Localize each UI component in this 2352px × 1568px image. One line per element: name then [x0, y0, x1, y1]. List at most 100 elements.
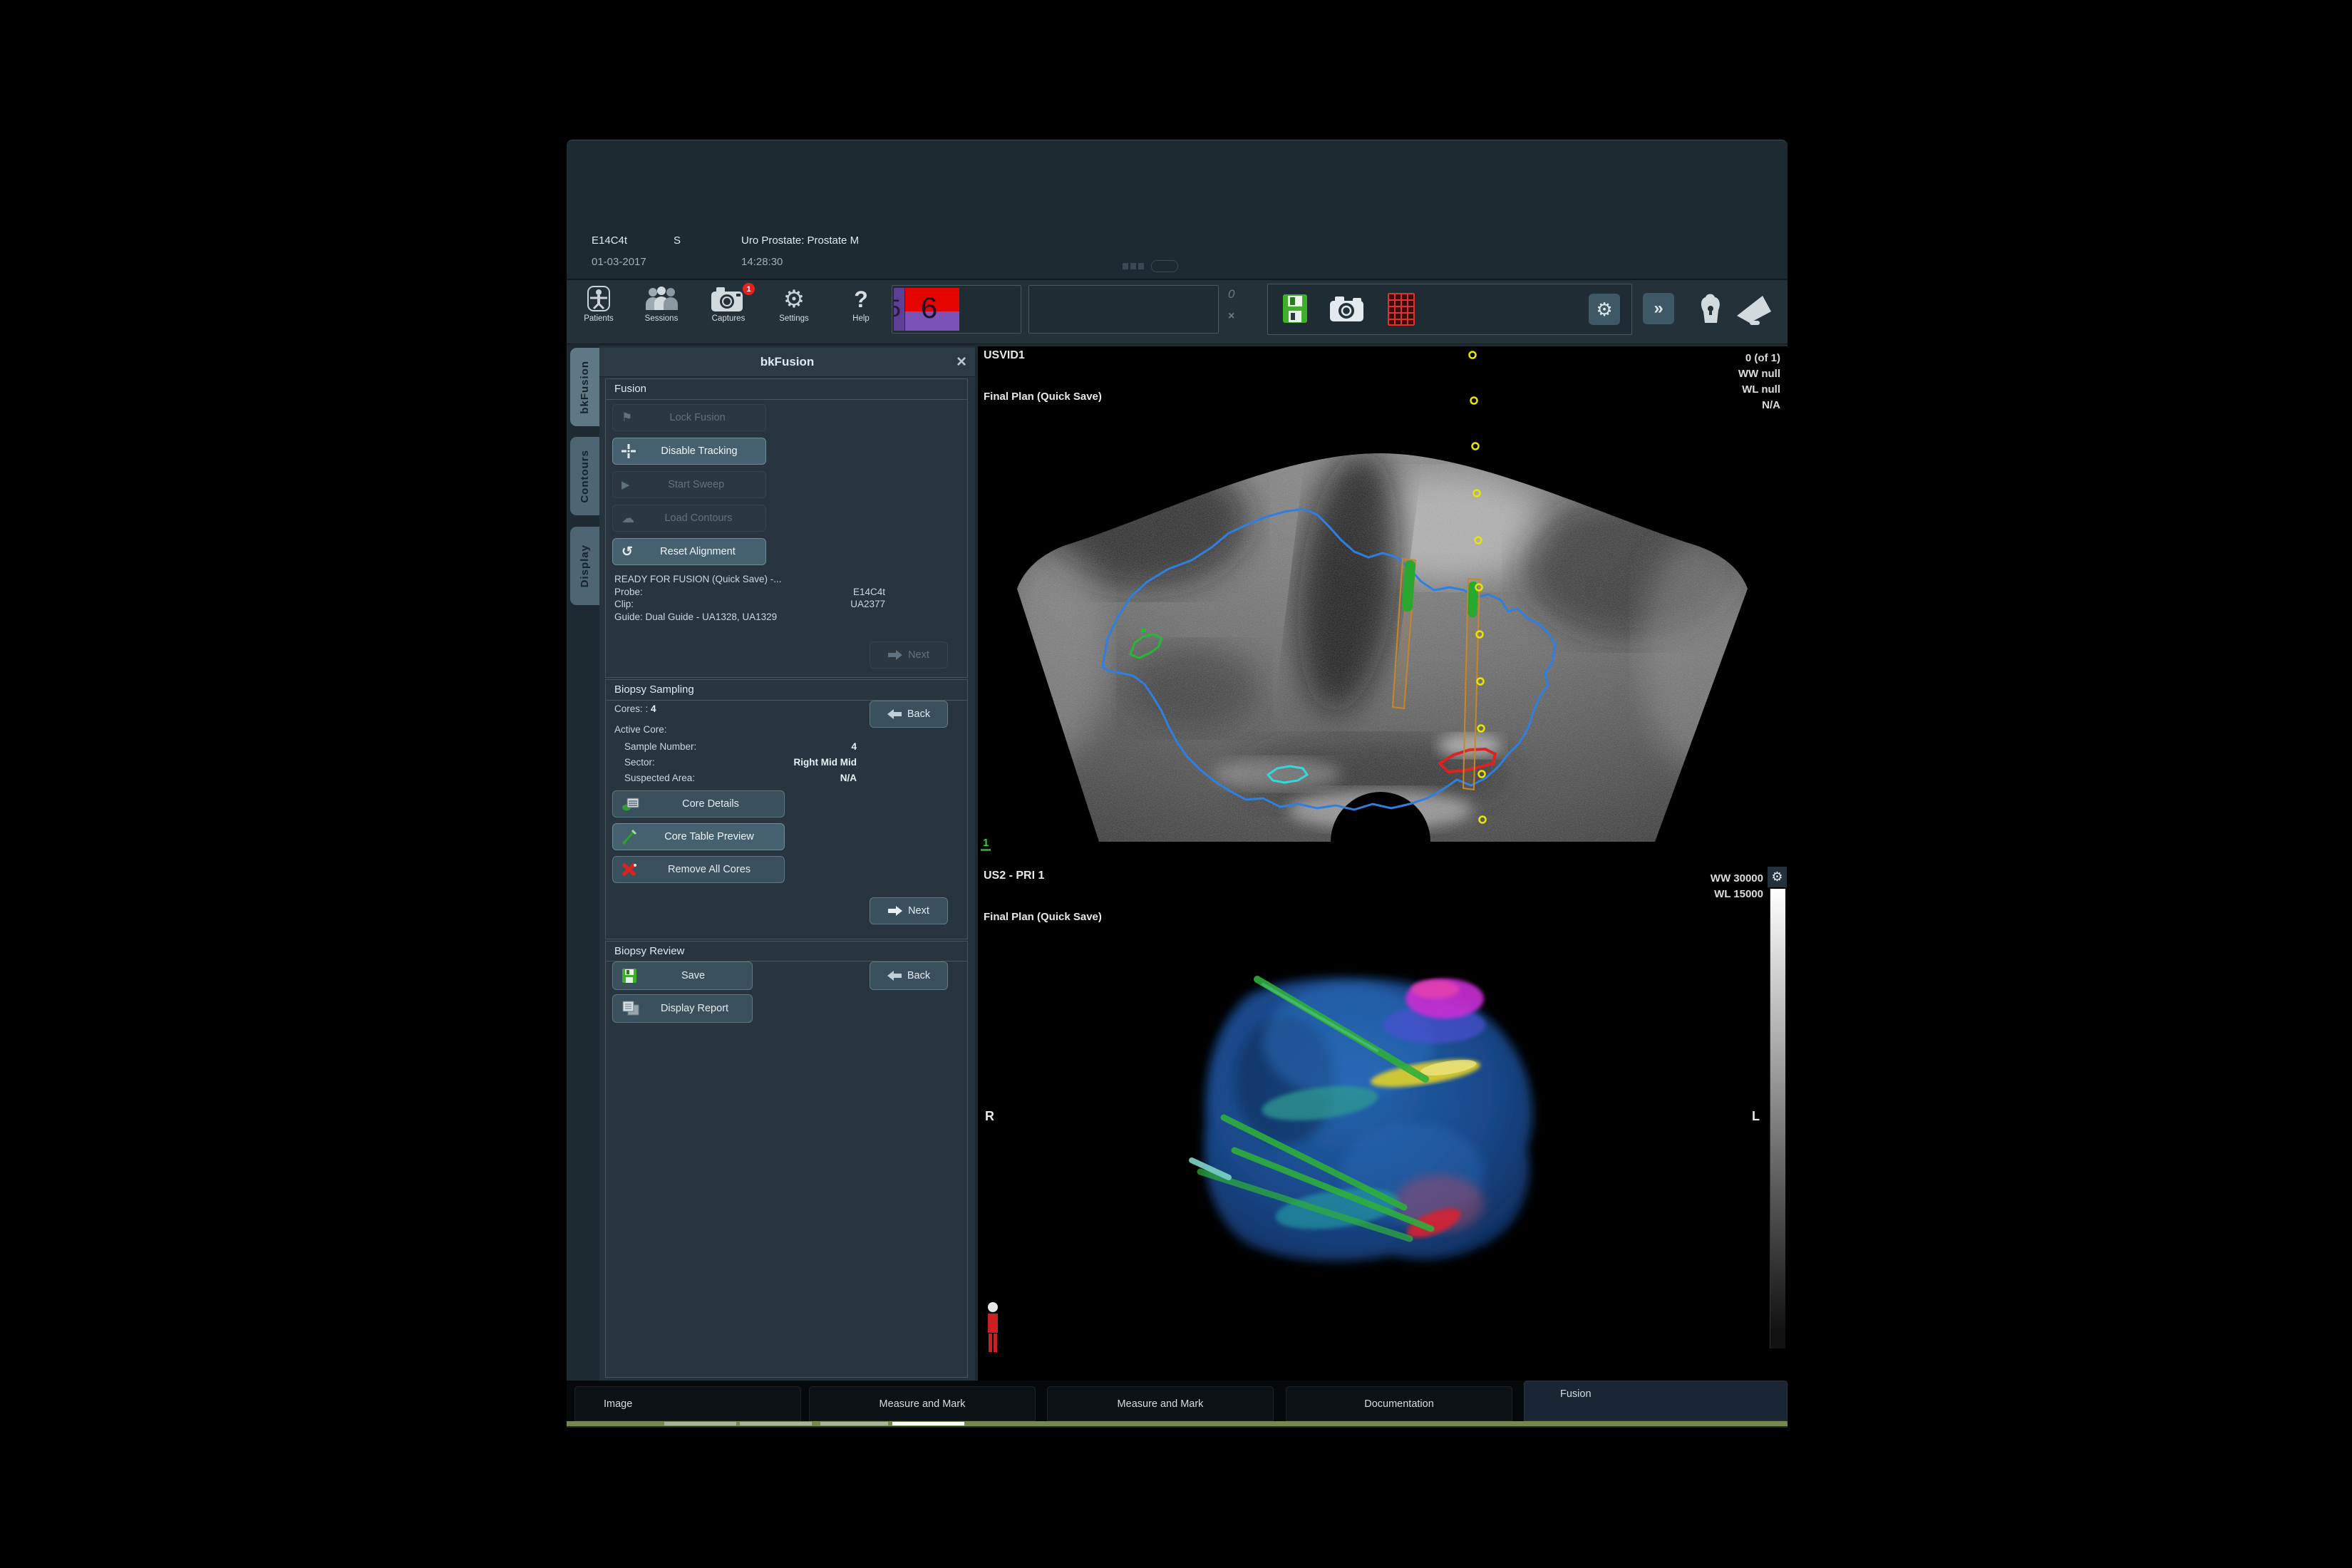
load-contours-button[interactable]: ☁ Load Contours [612, 505, 766, 532]
start-sweep-button[interactable]: ▶ Start Sweep [612, 471, 766, 498]
disable-tracking-button[interactable]: Disable Tracking [612, 438, 766, 465]
clip-label: Clip: [614, 598, 634, 611]
ultrasound-fan-image [978, 346, 1788, 860]
panel-title: bkFusion [760, 355, 815, 369]
patients-button[interactable]: Patients [574, 286, 624, 323]
captures-badge: 1 [743, 283, 755, 295]
announcement-icon[interactable] [1734, 290, 1775, 326]
biopsy-sampling-group: Biopsy Sampling Cores: : 4 Back Active C… [605, 679, 968, 939]
grayscale-bar[interactable] [1770, 889, 1785, 1348]
fusion-group: Fusion ⚑ Lock Fusion Disable Tracking ▶ … [605, 378, 968, 678]
settings-button[interactable]: ⚙ Settings [769, 286, 819, 323]
ultrasound-view-us2[interactable]: US2 - PRI 1 Final Plan (Quick Save) WW 3… [978, 867, 1788, 1381]
glove-icon[interactable] [1698, 292, 1723, 326]
status-strip [567, 1421, 1788, 1426]
capture-settings-button[interactable]: ⚙ [1589, 294, 1620, 325]
sample-number-row: Sample Number:4 [624, 741, 857, 752]
sessions-button[interactable]: Sessions [636, 286, 686, 323]
pin-icon: ⚑ [621, 411, 632, 425]
play-icon: ▶ [621, 478, 630, 491]
screen: E14C4t S Uro Prostate: Prostate M 01-03-… [0, 0, 2352, 1568]
biopsy-grid-icon[interactable] [1388, 293, 1415, 326]
patient-status-flag: S [674, 234, 681, 247]
status-dots-icon [1123, 263, 1144, 269]
exam-description: Uro Prostate: Prostate M [741, 234, 859, 247]
gear-icon: ⚙ [1596, 299, 1612, 321]
window-level-value: WL 15000 [1711, 887, 1763, 902]
sampling-back-button[interactable]: Back [870, 701, 948, 728]
panel-title-bar: bkFusion × [599, 348, 975, 377]
undo-arrow-icon: ↺ [621, 544, 633, 560]
side-tab-display[interactable]: Display [570, 527, 599, 605]
save-button[interactable]: Save [612, 961, 753, 990]
captures-button[interactable]: Captures 1 [703, 286, 753, 323]
clip-value: UA2377 [850, 598, 885, 611]
patient-bar: E14C4t S Uro Prostate: Prostate M 01-03-… [567, 215, 1788, 280]
expand-toolbar-button[interactable]: » [1643, 293, 1674, 324]
arrow-left-icon [887, 708, 902, 720]
bottom-tab-bar: Image Measure and Mark Measure and Mark … [567, 1381, 1788, 1421]
tab-fusion[interactable]: Fusion [1524, 1381, 1788, 1421]
arrow-right-icon [888, 905, 902, 917]
lock-fusion-button[interactable]: ⚑ Lock Fusion [612, 404, 766, 431]
top-view-plan: Final Plan (Quick Save) [984, 391, 1102, 403]
image-area: USVID1 Final Plan (Quick Save) 0 (of 1)W… [978, 346, 1788, 1381]
capture-thumbnail-strip[interactable]: 5 6 [892, 285, 1021, 334]
view-divider [978, 860, 1788, 867]
help-button[interactable]: ? Help [836, 286, 886, 323]
status-segment [820, 1422, 888, 1425]
app-window: E14C4t S Uro Prostate: Prostate M 01-03-… [567, 140, 1788, 1428]
snapshot-camera-icon[interactable] [1329, 296, 1365, 323]
contour-blob-icon: ☁ [621, 511, 634, 526]
thumbnail-5[interactable]: 5 [894, 288, 904, 331]
top-view-info: 0 (of 1)WW null WL nullN/A [1738, 351, 1780, 413]
sampling-next-button[interactable]: Next [870, 897, 948, 924]
bottom-view-name: US2 - PRI 1 [984, 870, 1044, 882]
ultrasound-view-usvid1[interactable]: USVID1 Final Plan (Quick Save) 0 (of 1)W… [978, 346, 1788, 860]
crosshair-icon [621, 444, 636, 458]
view-index-marker: 1 [981, 837, 991, 851]
bottom-view-info: WW 30000 WL 15000 [1711, 871, 1763, 902]
side-tab-contours[interactable]: Contours [570, 437, 599, 515]
remove-all-cores-button[interactable]: Remove All Cores [612, 856, 785, 883]
tab-image[interactable]: Image [574, 1386, 801, 1421]
reset-alignment-button[interactable]: ↺ Reset Alignment [612, 538, 766, 565]
tab-measure-and-mark-2[interactable]: Measure and Mark [1047, 1386, 1274, 1421]
cores-count: Cores: : 4 [614, 703, 656, 714]
save-clip-icon[interactable] [1282, 294, 1308, 324]
capture-tools-group: ⚙ [1267, 284, 1632, 335]
prostate-3d-model [978, 867, 1788, 1381]
exam-date: 01-03-2017 [592, 256, 646, 268]
biopsy-sampling-header: Biopsy Sampling [614, 684, 694, 696]
question-icon: ? [854, 286, 868, 313]
orientation-left-label: L [1752, 1109, 1760, 1124]
sector-row: Sector:Right Mid Mid [624, 757, 857, 768]
sessions-icon [644, 286, 679, 313]
bkfusion-panel: bkFusion × Fusion ⚑ Lock Fusion Disable … [599, 346, 975, 1381]
guide-line: Guide: Dual Guide - UA1328, UA1329 [614, 611, 958, 624]
grayscale-settings-button[interactable]: ⚙ [1768, 867, 1787, 887]
attachment-icon[interactable]: 0 [1228, 287, 1234, 301]
probe-label: Probe: [614, 586, 643, 599]
biopsy-review-header: Biopsy Review [614, 945, 684, 957]
tab-measure-and-mark-1[interactable]: Measure and Mark [809, 1386, 1036, 1421]
review-back-button[interactable]: Back [870, 961, 948, 990]
patients-icon [584, 286, 614, 313]
main-toolbar: Patients Sessions Captures 1 ⚙ Settings [567, 280, 1788, 344]
tab-documentation[interactable]: Documentation [1286, 1386, 1512, 1421]
fusion-status-line: READY FOR FUSION (Quick Save) -... [614, 573, 958, 586]
fusion-next-button[interactable]: Next [870, 641, 948, 669]
captures-icon [711, 286, 746, 313]
biopsy-review-group: Biopsy Review Save Back [605, 941, 968, 1378]
core-table-preview-button[interactable]: Core Table Preview [612, 823, 785, 850]
display-report-button[interactable]: Display Report [612, 994, 753, 1023]
core-details-button[interactable]: Core Details [612, 790, 785, 817]
active-core-label: Active Core: [614, 724, 667, 735]
secondary-thumbnail-strip[interactable] [1028, 285, 1219, 334]
bottom-view-plan: Final Plan (Quick Save) [984, 911, 1102, 923]
patient-id: E14C4t [592, 234, 627, 247]
close-icon[interactable]: × [956, 352, 966, 372]
thumbnail-6[interactable]: 6 [905, 288, 959, 331]
side-tab-bkfusion[interactable]: bkFusion [570, 348, 599, 426]
clear-icon[interactable]: × [1228, 310, 1234, 323]
